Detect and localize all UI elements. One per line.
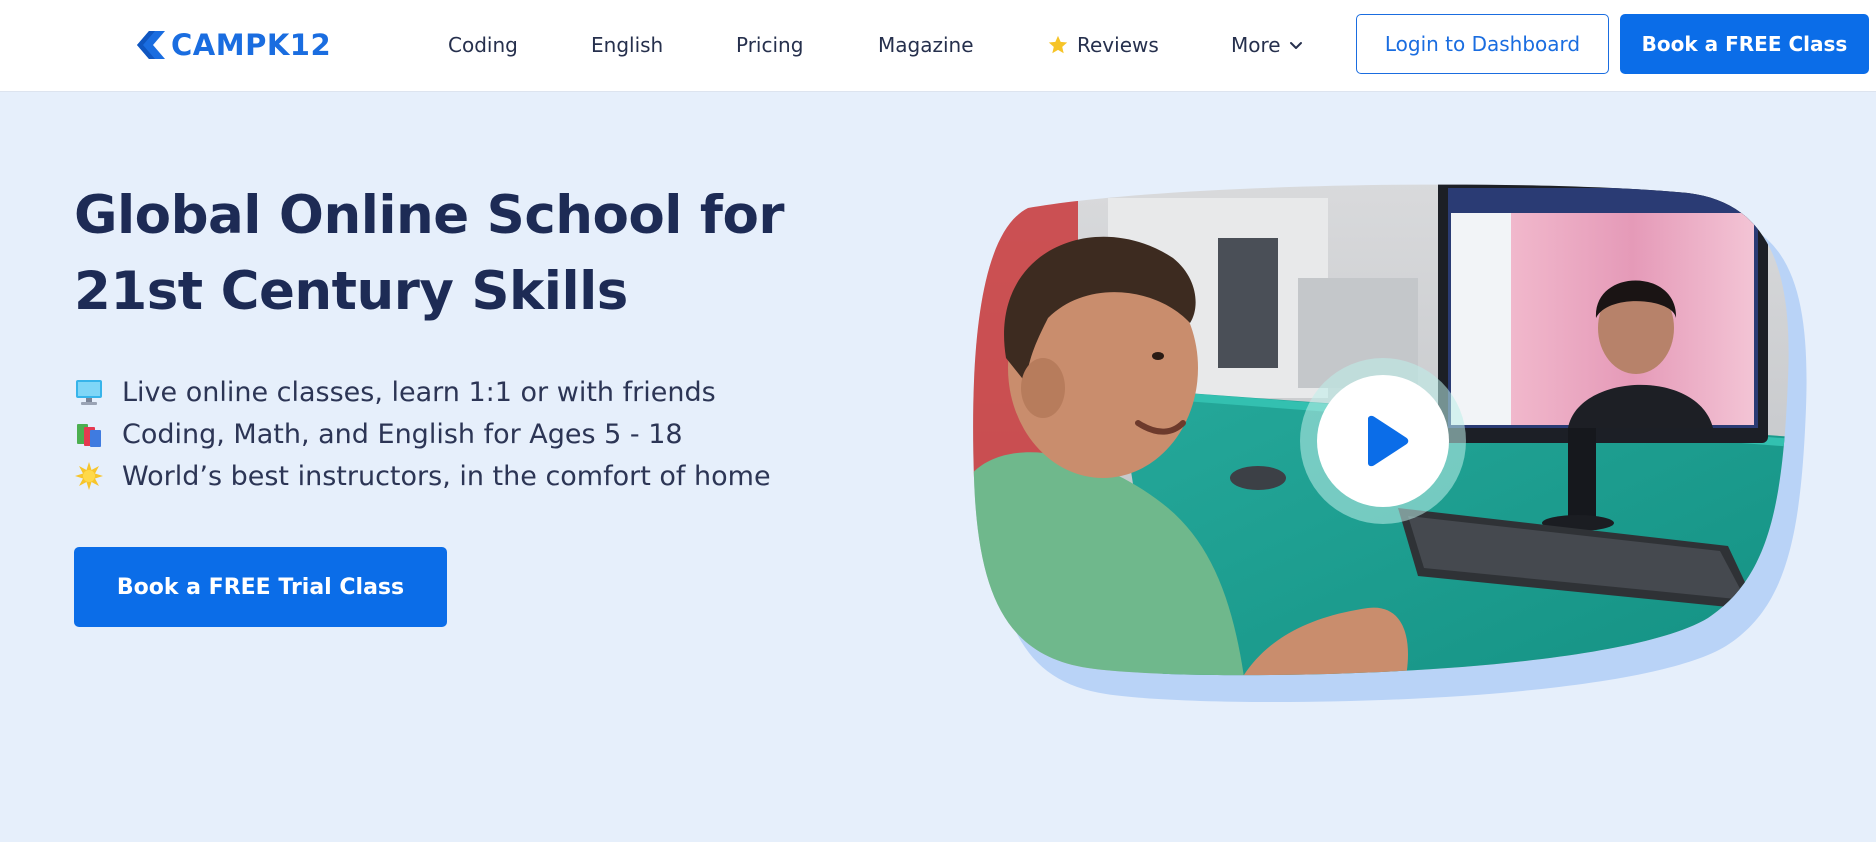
nav-coding[interactable]: Coding bbox=[448, 30, 518, 60]
nav-magazine-label: Magazine bbox=[878, 33, 974, 57]
feature-item: World’s best instructors, in the comfort… bbox=[74, 455, 834, 497]
login-dashboard-button[interactable]: Login to Dashboard bbox=[1356, 14, 1609, 74]
nav-pricing-label: Pricing bbox=[736, 33, 804, 57]
feature-list: Live online classes, learn 1:1 or with f… bbox=[74, 371, 834, 497]
book-free-class-button[interactable]: Book a FREE Class bbox=[1620, 14, 1869, 74]
hero-title-line2: 21st Century Skills bbox=[74, 261, 628, 322]
nav-reviews-label: Reviews bbox=[1077, 33, 1159, 57]
feature-item: Live online classes, learn 1:1 or with f… bbox=[74, 371, 834, 413]
nav-more-label: More bbox=[1231, 33, 1281, 57]
play-icon bbox=[1368, 415, 1409, 467]
sparkle-star-icon bbox=[75, 462, 103, 490]
nav-magazine[interactable]: Magazine bbox=[878, 30, 974, 60]
nav-more[interactable]: More bbox=[1231, 30, 1303, 60]
feature-item: Coding, Math, and English for Ages 5 - 1… bbox=[74, 413, 834, 455]
chevron-down-icon bbox=[1289, 42, 1302, 49]
feature-text: Coding, Math, and English for Ages 5 - 1… bbox=[122, 418, 683, 450]
computer-icon bbox=[76, 380, 102, 405]
nav-english-label: English bbox=[591, 33, 664, 57]
nav-coding-label: Coding bbox=[448, 33, 518, 57]
play-button-circle bbox=[1317, 375, 1449, 507]
books-icon bbox=[77, 424, 101, 447]
nav-english[interactable]: English bbox=[591, 30, 663, 60]
feature-text: World’s best instructors, in the comfort… bbox=[122, 460, 771, 492]
hero-title: Global Online School for 21st Century Sk… bbox=[74, 178, 834, 330]
logo-text: CAMPK12 bbox=[171, 28, 332, 62]
book-free-trial-button[interactable]: Book a FREE Trial Class bbox=[74, 547, 447, 627]
nav-pricing[interactable]: Pricing bbox=[736, 30, 803, 60]
video-play-button[interactable] bbox=[1300, 358, 1466, 524]
campk12-logo[interactable]: CAMPK12 bbox=[135, 26, 331, 64]
hero-title-line1: Global Online School for bbox=[74, 185, 785, 246]
nav-reviews[interactable]: Reviews bbox=[1047, 30, 1159, 60]
site-header: CAMPK12 Coding English Pricing Magazine … bbox=[0, 0, 1876, 92]
feature-text: Live online classes, learn 1:1 or with f… bbox=[122, 376, 716, 408]
star-icon bbox=[1048, 35, 1068, 54]
logo-chevron-icon bbox=[137, 31, 165, 59]
